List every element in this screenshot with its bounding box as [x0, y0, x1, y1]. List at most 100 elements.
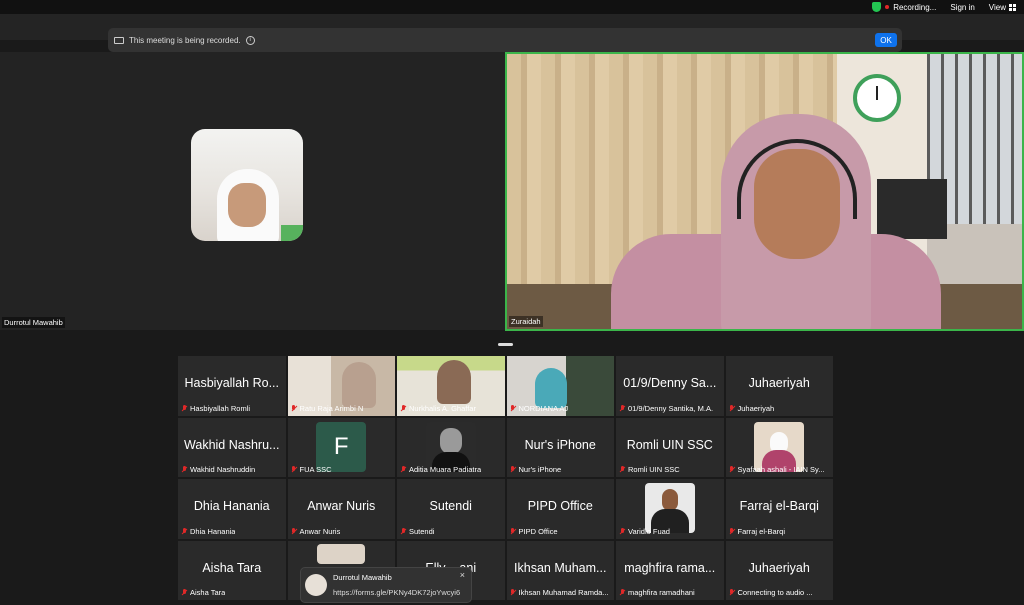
participant-name: Ikhsan Muhamad Ramda...: [518, 588, 609, 597]
sign-in-button[interactable]: Sign in: [950, 3, 974, 12]
participant-tile[interactable]: Wakhid Nashru... Wakhid Nashruddin: [177, 416, 287, 478]
participant-display-name: 01/9/Denny Sa...: [623, 376, 717, 390]
participant-tile[interactable]: Hasbiyallah Ro... Hasbiyallah Romli: [177, 355, 287, 417]
grid-icon: [1009, 3, 1016, 11]
mic-muted-icon: [291, 527, 297, 535]
participant-photo: [425, 421, 476, 472]
participant-display-name: Juhaeriyah: [748, 376, 810, 390]
recording-notice: This meeting is being recorded. i OK: [108, 28, 902, 52]
participant-label: Romli UIN SSC: [619, 465, 680, 474]
participant-tile[interactable]: Dhia Hanania Dhia Hanania: [177, 478, 287, 540]
participant-tile[interactable]: Romli UIN SSC Romli UIN SSC: [615, 416, 725, 478]
participant-name: Varidlo Fuad: [628, 526, 670, 536]
participant-tile[interactable]: Syafaah ashali - IAIN Sy...: [724, 416, 834, 478]
participant-name: Syafaah ashali - IAIN Sy...: [737, 465, 825, 474]
participant-tile[interactable]: F FUA SSC: [286, 416, 396, 478]
participant-tile[interactable]: Nurkhalis A. Ghaffar: [396, 355, 506, 417]
participant-label: Juhaeriyah: [729, 404, 774, 413]
participant-photo: [317, 543, 366, 564]
participant-label: Nurkhalis A. Ghaffar: [400, 404, 476, 413]
record-dot-icon: [885, 5, 890, 9]
participant-display-name: Juhaeriyah: [748, 560, 810, 575]
participant-label: Aisha Tara: [181, 588, 225, 597]
mic-muted-icon: [400, 404, 406, 412]
speaker-video: [611, 114, 941, 329]
participant-name: Nur's iPhone: [518, 465, 562, 474]
camera-icon: [114, 36, 124, 44]
participant-name: PIPD Office: [518, 526, 558, 536]
participant-tile[interactable]: Sutendi Sutendi: [396, 478, 506, 540]
mic-muted-icon: [729, 589, 735, 596]
mic-muted-icon: [619, 466, 625, 473]
participant-label: Connecting to audio ...: [729, 588, 813, 597]
recording-indicator[interactable]: Recording...: [872, 2, 936, 12]
participant-tile[interactable]: Aditia Muara Padiatra: [396, 416, 506, 478]
shield-icon: [872, 2, 882, 12]
participant-name: Nurkhalis A. Ghaffar: [409, 403, 476, 413]
mic-muted-icon: [510, 589, 516, 596]
participant-tile[interactable]: Nur's iPhone Nur's iPhone: [505, 416, 615, 478]
participant-tile[interactable]: PIPD Office PIPD Office: [505, 478, 615, 540]
mic-muted-icon: [400, 466, 406, 473]
participant-label: PIPD Office: [510, 527, 558, 536]
close-icon[interactable]: ×: [460, 570, 465, 580]
chat-message[interactable]: https://forms.gle/PKNy4DK72joYwcyi6: [333, 588, 460, 597]
participant-photo: [644, 483, 695, 533]
participant-tile[interactable]: NORDIANA AJ: [505, 355, 615, 417]
participant-tile[interactable]: Juhaeriyah Juhaeriyah: [724, 355, 834, 417]
resize-handle[interactable]: [498, 343, 513, 346]
participant-label: Farraj el-Barqi: [729, 527, 785, 536]
participant-label: Aditia Muara Padiatra: [400, 465, 481, 474]
gallery-grid: Hasbiyallah Ro... Hasbiyallah Romli Ratu R…: [177, 355, 834, 601]
participant-name: Sutendi: [409, 526, 435, 536]
participant-tile[interactable]: Aisha Tara Aisha Tara: [177, 539, 287, 601]
top-bar: Recording... Sign in View: [0, 0, 1024, 14]
participant-display-name: Romli UIN SSC: [626, 437, 713, 452]
participant-tile[interactable]: 01/9/Denny Sa... 01/9/Denny Santika, M.A.: [615, 355, 725, 417]
participant-label: Syafaah ashali - IAIN Sy...: [729, 465, 825, 474]
mic-muted-icon: [729, 466, 735, 473]
participant-name: Ratu Raja Arimbi N: [299, 403, 364, 413]
participant-display-name: maghfira rama...: [624, 560, 716, 575]
mic-muted-icon: [400, 527, 406, 535]
participant-tile[interactable]: Farraj el-Barqi Farraj el-Barqi: [724, 478, 834, 540]
participant-label: Sutendi: [400, 527, 434, 536]
participant-tile[interactable]: Ikhsan Muham... Ikhsan Muhamad Ramda...: [505, 539, 615, 601]
view-button[interactable]: View: [989, 3, 1016, 12]
mic-muted-icon: [619, 589, 625, 596]
participant-display-name: Sutendi: [429, 499, 472, 513]
mic-muted-icon: [510, 466, 516, 473]
participant-name: Hasbiyallah Romli: [190, 403, 251, 413]
participant-tile[interactable]: Varidlo Fuad: [615, 478, 725, 540]
ok-button[interactable]: OK: [875, 33, 897, 47]
participant-label: 01/9/Denny Santika, M.A.: [619, 404, 713, 413]
speaker-tile-right[interactable]: Zuraidah: [505, 52, 1024, 331]
info-icon[interactable]: i: [245, 35, 255, 45]
chat-sender: Durrotul Mawahib: [333, 573, 392, 582]
participant-photo: F: [316, 421, 367, 472]
mic-muted-icon: [291, 404, 297, 412]
mic-muted-icon: [510, 527, 516, 535]
mic-muted-icon: [181, 404, 187, 412]
participant-tile[interactable]: Ratu Raja Arimbi N: [286, 355, 396, 417]
participant-label: Wakhid Nashruddin: [181, 465, 255, 474]
participant-name: Dhia Hanania: [190, 526, 236, 536]
participant-display-name: Anwar Nuris: [307, 499, 376, 513]
participant-display-name: Dhia Hanania: [193, 499, 270, 513]
speaker-name-right: Zuraidah: [509, 316, 543, 327]
participant-tile[interactable]: Juhaeriyah Connecting to audio ...: [724, 539, 834, 601]
mic-muted-icon: [619, 527, 625, 535]
participant-label: Dhia Hanania: [181, 527, 235, 536]
participant-name: 01/9/Denny Santika, M.A.: [628, 403, 714, 413]
chat-notification[interactable]: Durrotul Mawahib https://forms.gle/PKNy4…: [300, 567, 472, 603]
participant-name: Anwar Nuris: [299, 526, 341, 536]
participant-tile[interactable]: maghfira rama... maghfira ramadhani: [615, 539, 725, 601]
speaker-tile-left[interactable]: Durrotul Mawahib: [0, 52, 505, 330]
speaker-name-left: Durrotul Mawahib: [2, 317, 65, 328]
mic-muted-icon: [181, 527, 187, 535]
participant-display-name: Wakhid Nashru...: [184, 437, 280, 452]
participant-label: Ratu Raja Arimbi N: [291, 403, 364, 413]
participant-label: NORDIANA AJ: [510, 404, 568, 413]
participant-label: Ikhsan Muhamad Ramda...: [510, 588, 609, 597]
participant-tile[interactable]: Anwar Nuris Anwar Nuris: [286, 478, 396, 540]
